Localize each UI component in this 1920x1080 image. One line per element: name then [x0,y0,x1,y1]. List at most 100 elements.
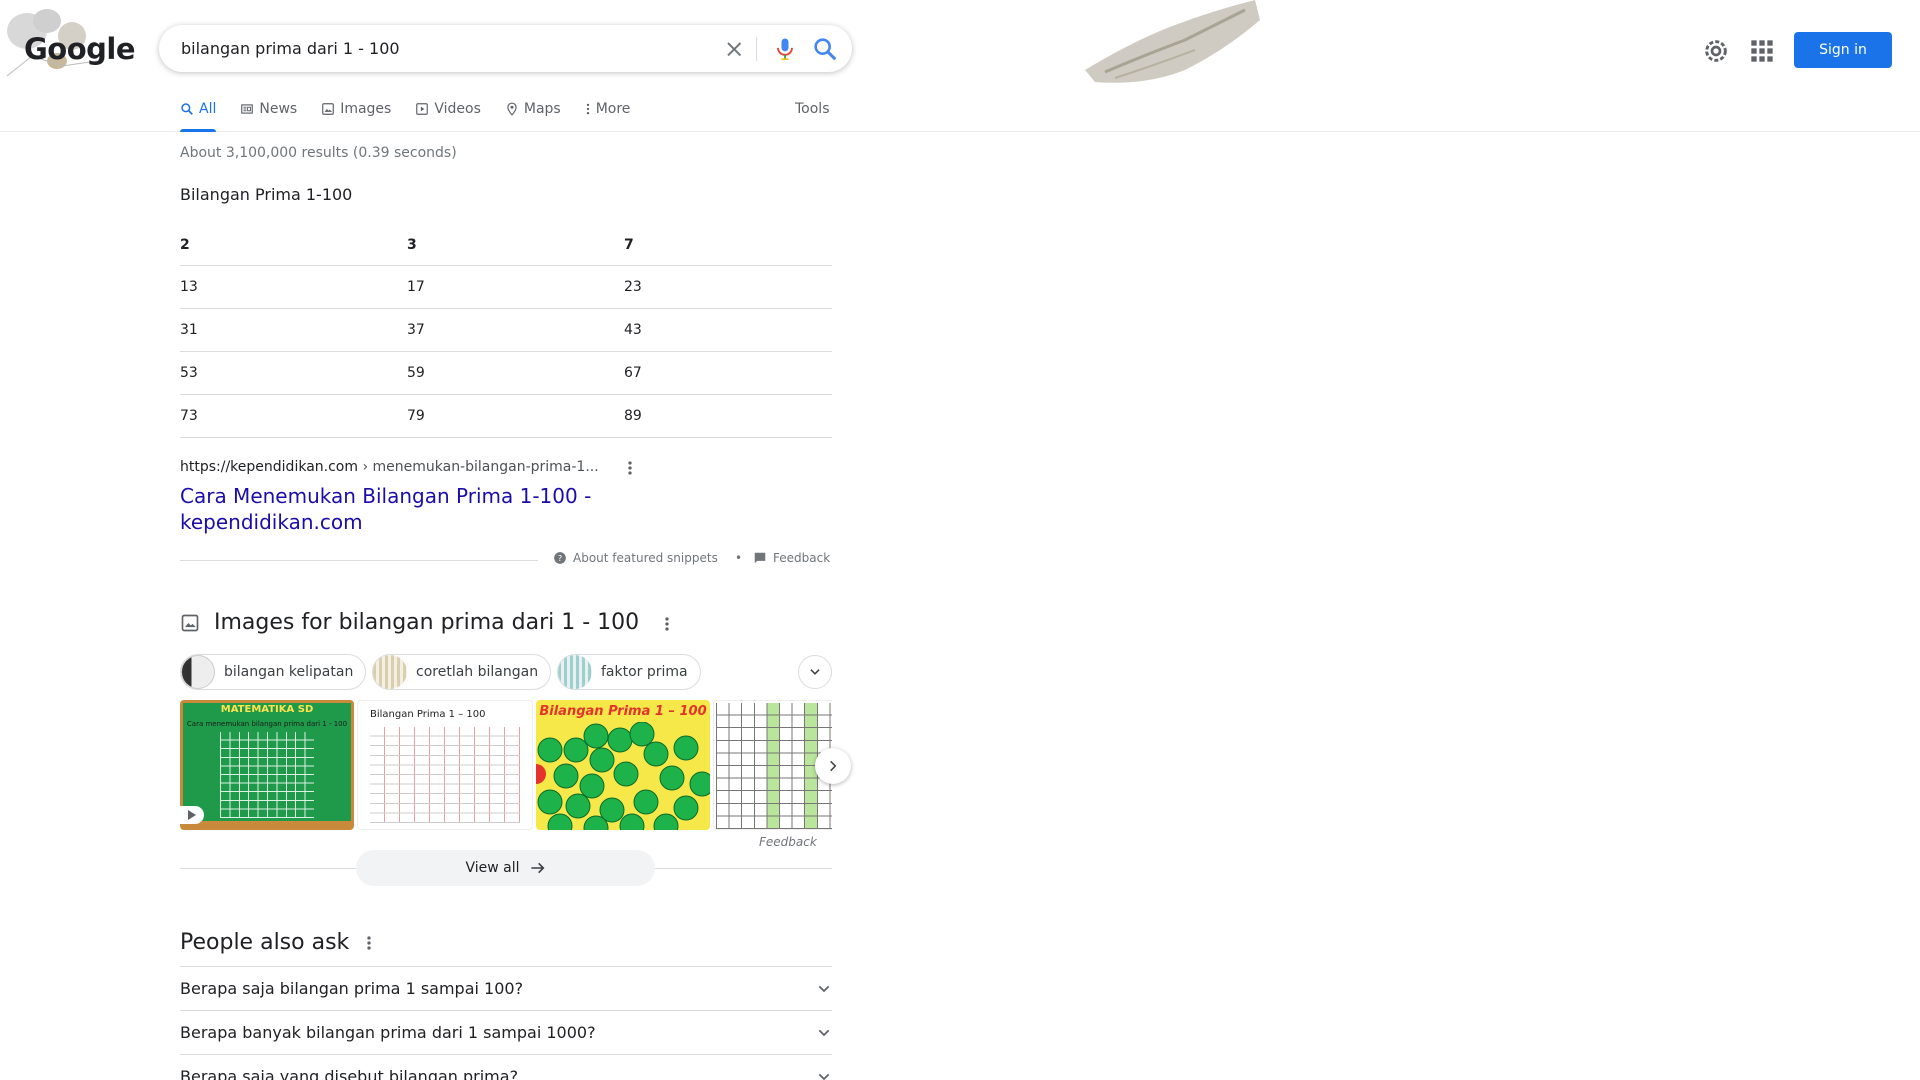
apps-grid-icon[interactable] [1746,35,1778,67]
image-carousel: MATEMATIKA SD Cara menemukan bilangan pr… [180,700,832,830]
header: Google Sign in [0,0,1920,132]
news-icon [241,104,254,114]
chip-label: faktor prima [601,664,688,680]
tile-title: MATEMATIKA SD [220,704,314,715]
images-heading-text: Images for bilangan prima dari 1 - 100 [214,610,640,635]
search-icon[interactable] [811,35,839,63]
image-icon [181,614,199,631]
search-box [159,25,852,72]
search-input[interactable] [181,25,681,72]
expand-chips-button[interactable] [798,655,832,689]
video-icon [416,103,429,115]
sign-in-button[interactable]: Sign in [1794,32,1892,68]
video-play-badge [180,806,204,824]
feedback-link[interactable]: Feedback [753,551,830,565]
table-cell: 23 [624,265,832,309]
paa-question[interactable]: Berapa saja yang disebut bilangan prima? [180,1054,832,1080]
chevron-down-icon [818,985,830,992]
feedback-icon [754,552,766,564]
tab-videos[interactable]: Videos [415,96,481,122]
table-cell: 79 [407,394,624,438]
settings-gear-icon[interactable] [1700,35,1732,67]
snippet-table: 2 3 7 13 17 23 31 37 43 53 59 67 73 79 8… [180,222,832,438]
paa-question-text: Berapa saja bilangan prima 1 sampai 100? [180,979,524,998]
table-header-row: 2 3 7 [180,222,832,266]
divider [180,560,538,561]
tab-label: Images [340,101,392,117]
tab-all[interactable]: All [180,96,217,132]
clear-icon[interactable] [720,35,748,63]
table-cell: 43 [624,308,832,352]
tile-title: Bilangan Prima 1 – 100 [539,704,707,719]
table-header-cell: 3 [407,222,624,266]
chip-label: bilangan kelipatan [224,664,354,680]
tile-subtitle: Cara menemukan bilangan prima dari 1 - 1… [186,720,348,728]
table-row: 53 59 67 [180,351,832,395]
search-tabs: All News Images Videos Maps More [180,96,654,132]
tab-label: News [259,101,298,117]
people-also-ask-title: People also ask [180,930,350,955]
about-featured-snippets-link[interactable]: ? About featured snippets [553,551,718,565]
chip-thumbnail [373,655,407,689]
table-cell: 73 [180,394,407,438]
table-row: 31 37 43 [180,308,832,352]
feedback-label: Feedback [773,551,831,565]
more-options-icon[interactable] [658,614,676,634]
about-label: About featured snippets [573,551,718,565]
more-options-icon[interactable] [621,458,639,478]
prime-circles-art [536,722,710,830]
arrow-right-icon [530,862,544,874]
paa-question-text: Berapa banyak bilangan prima dari 1 samp… [180,1023,596,1042]
chevron-down-icon [818,1029,830,1036]
google-doodle-logo[interactable]: Google [0,4,136,80]
paa-question[interactable]: Berapa banyak bilangan prima dari 1 samp… [180,1010,832,1054]
tile-title: Bilangan Prima 1 – 100 [370,709,486,720]
image-icon [322,103,335,115]
related-search-chip[interactable]: bilangan kelipatan [180,654,367,690]
table-cell: 37 [407,308,624,352]
result-cite-url[interactable]: https://kependidikan.com › menemukan-bil… [180,459,599,475]
mic-icon[interactable] [771,35,799,63]
tab-news[interactable]: News [240,96,297,122]
chip-label: coretlah bilangan [416,664,539,680]
view-all-images-button[interactable]: View all [356,850,655,886]
more-options-icon[interactable] [360,933,378,953]
table-header-cell: 7 [624,222,832,266]
cite-path: › menemukan-bilangan-prima-1... [358,459,599,475]
more-vert-icon [586,103,589,115]
chip-thumbnail [558,655,592,689]
search-icon [181,103,193,115]
tab-more[interactable]: More [585,96,630,122]
view-all-label: View all [465,860,520,876]
image-result[interactable]: Bilangan Prima 1 – 100 [357,700,533,830]
image-result[interactable]: Bilangan Prima 1 – 100 [536,700,710,830]
paa-question[interactable]: Berapa saja bilangan prima 1 sampai 100? [180,966,832,1010]
tab-images[interactable]: Images [321,96,391,122]
chevron-down-icon [818,1073,830,1080]
play-icon [188,810,196,820]
table-cell: 13 [180,265,407,309]
table-cell: 67 [624,351,832,395]
tab-label: Videos [434,101,481,117]
images-section-heading: Images for bilangan prima dari 1 - 100 [180,610,639,635]
search-divider [756,37,757,61]
result-stats: About 3,100,000 results (0.39 seconds) [180,145,457,161]
chevron-right-icon [830,760,837,772]
table-cell: 17 [407,265,624,309]
images-feedback-link[interactable]: Feedback [759,835,817,849]
doodle-scenery-icon [1085,0,1260,83]
paa-question-text: Berapa saja yang disebut bilangan prima? [180,1067,519,1080]
image-result[interactable]: MATEMATIKA SD Cara menemukan bilangan pr… [180,700,354,830]
separator-bullet: • [735,551,743,565]
tools-button[interactable]: Tools [795,101,830,117]
table-cell: 31 [180,308,407,352]
carousel-next-button[interactable] [815,748,851,784]
table-cell: 59 [407,351,624,395]
related-search-chip[interactable]: faktor prima [557,654,701,690]
related-search-chip[interactable]: coretlah bilangan [372,654,552,690]
logo-text: Google [24,32,136,66]
tab-label: All [199,101,217,117]
map-pin-icon [507,102,517,116]
tab-maps[interactable]: Maps [505,96,561,122]
result-title-link[interactable]: Cara Menemukan Bilangan Prima 1-100 - ke… [180,483,660,535]
